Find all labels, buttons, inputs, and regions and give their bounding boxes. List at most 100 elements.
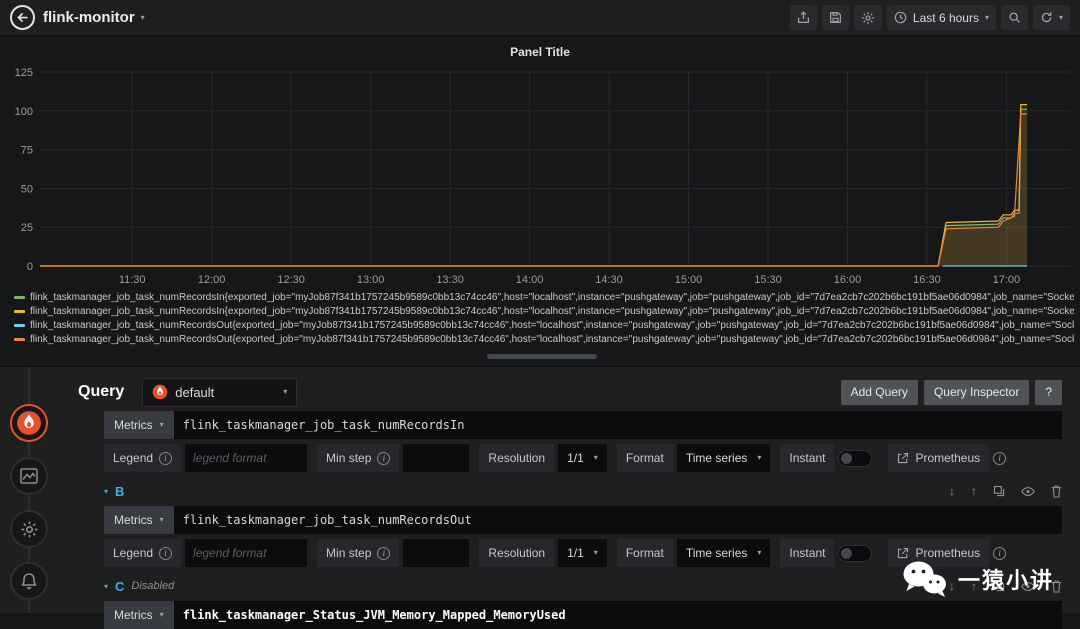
promql-input[interactable]: flink_taskmanager_Status_JVM_Memory_Mapp…	[173, 601, 1062, 629]
legend-item[interactable]: flink_taskmanager_job_task_numRecordsIn{…	[14, 290, 1074, 304]
tab-alert[interactable]	[10, 562, 48, 600]
chart-image-icon	[20, 468, 38, 484]
save-button[interactable]	[821, 5, 849, 30]
delete-query-button[interactable]	[1051, 484, 1062, 498]
min-step-label: Min step i	[317, 539, 400, 567]
legend-item[interactable]: flink_taskmanager_job_task_numRecordsOut…	[14, 332, 1074, 346]
collapse-icon[interactable]: ▾	[104, 487, 108, 496]
dashboard-settings-button[interactable]	[853, 5, 882, 30]
disabled-badge: Disabled	[131, 580, 175, 592]
legend-item[interactable]: flink_taskmanager_job_task_numRecordsIn{…	[14, 304, 1074, 318]
query-row-b-header: ▾ B ↓ ↑	[104, 480, 1062, 502]
instant-toggle[interactable]	[838, 544, 873, 562]
min-step-input[interactable]	[403, 444, 470, 472]
watermark: 一猿小讲	[900, 559, 1054, 599]
search-icon	[1009, 12, 1020, 23]
duplicate-button[interactable]	[993, 485, 1005, 497]
resolution-select[interactable]: 1/1 ▾	[558, 539, 607, 567]
toggle-visibility-button[interactable]	[1021, 486, 1035, 497]
refresh-icon	[1041, 12, 1052, 23]
chevron-down-icon: ▾	[593, 548, 598, 557]
svg-text:0: 0	[27, 261, 33, 273]
dashboard-title-menu[interactable]: flink-monitor ▾	[43, 9, 145, 26]
format-select[interactable]: Time series ▾	[676, 444, 771, 472]
query-row-b-expr: Metrics ▾ flink_taskmanager_job_task_num…	[104, 506, 1062, 534]
info-icon[interactable]: i	[377, 451, 391, 465]
chevron-down-icon: ▾	[757, 453, 762, 462]
query-inspector-button[interactable]: Query Inspector	[923, 379, 1030, 405]
info-icon[interactable]: i	[993, 546, 1007, 560]
query-ref-id[interactable]: B	[115, 484, 124, 499]
chevron-down-icon: ▾	[984, 12, 989, 22]
info-icon[interactable]: i	[159, 546, 173, 560]
chevron-down-icon: ▾	[159, 610, 164, 619]
chevron-down-icon: ▾	[283, 387, 288, 396]
help-button[interactable]: ?	[1035, 379, 1062, 405]
svg-text:125: 125	[15, 67, 33, 79]
info-icon[interactable]: i	[159, 451, 173, 465]
promql-input[interactable]: flink_taskmanager_job_task_numRecordsOut	[173, 506, 1062, 534]
editor-tab-rail	[0, 367, 60, 613]
format-label: Format	[616, 444, 673, 472]
series-color-marker	[14, 337, 25, 341]
promql-input[interactable]: flink_taskmanager_job_task_numRecordsIn	[173, 411, 1062, 439]
metrics-dropdown[interactable]: Metrics ▾	[104, 506, 174, 534]
series-color-marker	[14, 295, 25, 299]
svg-text:100: 100	[15, 106, 33, 118]
info-icon[interactable]: i	[993, 451, 1007, 465]
instant-label: Instant	[780, 539, 835, 567]
legend-format-input[interactable]	[185, 444, 308, 472]
toggle-knob	[841, 547, 853, 559]
min-step-input[interactable]	[403, 539, 470, 567]
min-step-label: Min step i	[317, 444, 400, 472]
series-color-marker	[14, 323, 25, 327]
svg-text:13:00: 13:00	[357, 274, 385, 286]
chevron-down-icon: ▾	[1058, 12, 1063, 22]
instant-toggle[interactable]	[838, 449, 873, 467]
legend-label: flink_taskmanager_job_task_numRecordsOut…	[30, 333, 1074, 345]
svg-text:12:30: 12:30	[277, 274, 305, 286]
save-icon	[829, 12, 841, 23]
gear-icon	[21, 521, 37, 537]
time-series-chart: 0 25 50 75 100 125 11:30 12:00 12:30 13:00 13:30 14…	[15, 67, 1070, 286]
collapse-icon[interactable]: ▾	[104, 582, 108, 591]
tab-queries[interactable]	[10, 404, 48, 442]
svg-text:13:30: 13:30	[436, 274, 464, 286]
legend-label: flink_taskmanager_job_task_numRecordsIn{…	[30, 291, 1074, 303]
panel-title[interactable]: Panel Title	[0, 36, 1080, 59]
add-query-button[interactable]: Add Query	[840, 379, 918, 405]
back-button[interactable]	[10, 5, 35, 30]
format-select[interactable]: Time series ▾	[676, 539, 771, 567]
legend-format-input[interactable]	[185, 539, 308, 567]
share-button[interactable]	[789, 5, 817, 30]
instant-label: Instant	[780, 444, 835, 472]
query-ref-id[interactable]: C	[115, 579, 124, 594]
metrics-dropdown[interactable]: Metrics ▾	[104, 601, 174, 629]
svg-text:15:00: 15:00	[675, 274, 703, 286]
svg-text:75: 75	[21, 145, 33, 157]
tab-general[interactable]	[10, 510, 48, 548]
legend-item[interactable]: flink_taskmanager_job_task_numRecordsOut…	[14, 318, 1074, 332]
query-row-actions: ↓ ↑	[949, 484, 1062, 498]
info-icon[interactable]: i	[377, 546, 391, 560]
chevron-down-icon: ▾	[159, 515, 164, 524]
prometheus-link[interactable]: Prometheus	[888, 444, 990, 472]
resolution-select[interactable]: 1/1 ▾	[558, 444, 607, 472]
zoom-search-button[interactable]	[1000, 5, 1028, 30]
datasource-picker[interactable]: default ▾	[142, 377, 298, 407]
legend-label: flink_taskmanager_job_task_numRecordsOut…	[30, 319, 1074, 331]
move-up-button[interactable]: ↑	[971, 484, 977, 498]
time-range-picker[interactable]: Last 6 hours ▾	[886, 5, 996, 30]
svg-text:16:00: 16:00	[834, 274, 862, 286]
legend-label: flink_taskmanager_job_task_numRecordsIn{…	[30, 305, 1074, 317]
format-label: Format	[616, 539, 673, 567]
svg-text:14:30: 14:30	[595, 274, 623, 286]
horizontal-scrollbar[interactable]	[487, 354, 597, 359]
move-down-button[interactable]: ↓	[949, 484, 955, 498]
tab-visualization[interactable]	[10, 457, 48, 495]
metrics-dropdown[interactable]: Metrics ▾	[104, 411, 174, 439]
chevron-down-icon: ▾	[140, 12, 145, 22]
query-row-a-options: Legend i Min step i Resolution 1/1 ▾ For…	[104, 444, 1062, 472]
refresh-button[interactable]: ▾	[1032, 5, 1070, 30]
share-icon	[797, 11, 809, 24]
